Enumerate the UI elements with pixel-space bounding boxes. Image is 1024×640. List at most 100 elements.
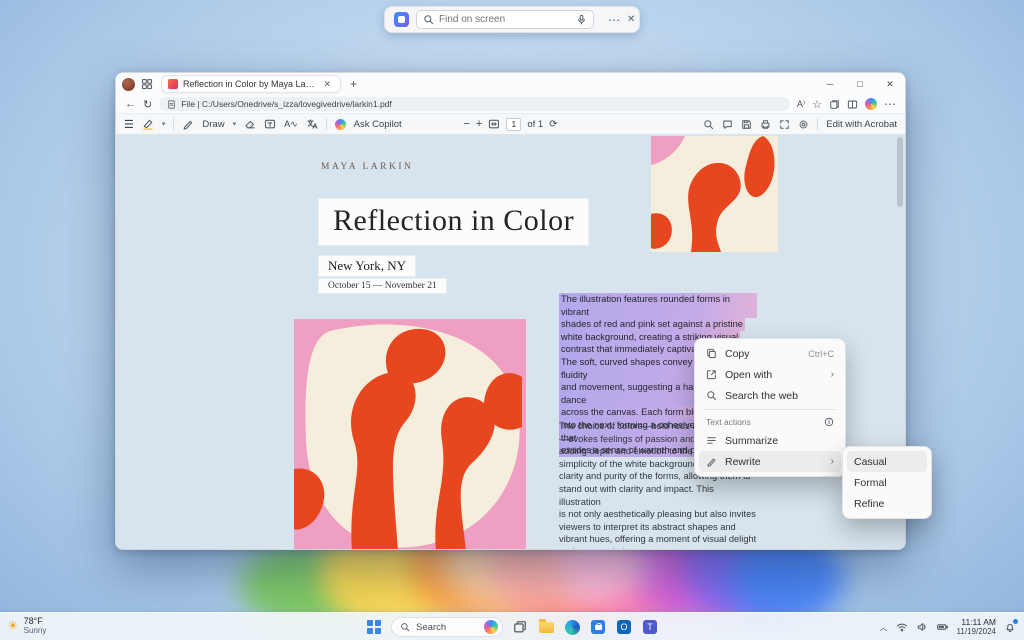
fullscreen-icon[interactable]: [779, 119, 790, 130]
clock-date: 11/19/2024: [957, 627, 996, 636]
fit-to-width-icon[interactable]: [488, 118, 500, 130]
file-icon: [167, 100, 176, 109]
url-field[interactable]: File | C:/Users/Onedrive/s_izza/lovegive…: [159, 97, 790, 111]
find-search-field[interactable]: [416, 10, 594, 29]
address-bar-actions: A⁾ ☆ ⋯: [797, 98, 896, 111]
new-tab-button[interactable]: +: [347, 77, 360, 91]
print-icon[interactable]: [760, 119, 771, 130]
comments-icon[interactable]: [722, 119, 733, 130]
submenu-chevron-icon: ›: [831, 456, 834, 467]
sun-icon: ☀: [7, 618, 19, 634]
app-icon-file-explorer[interactable]: [537, 618, 555, 636]
taskbar: ☀ 78°F Sunny Search O T: [0, 612, 1024, 640]
divider: [326, 118, 327, 130]
copy-icon: [706, 348, 717, 359]
highlighted-line: shades of red and pink set against a pri…: [559, 318, 745, 331]
notification-badge: [1013, 619, 1018, 624]
url-text: File | C:/Users/Onedrive/s_izza/lovegive…: [181, 99, 392, 109]
submenu-chevron-icon: ›: [831, 369, 834, 380]
menu-item-search-web[interactable]: Search the web: [699, 385, 841, 406]
menu-item-summarize[interactable]: Summarize: [699, 430, 841, 451]
doc-location: New York, NY: [319, 256, 415, 276]
store-bag-icon: [591, 620, 605, 634]
translate-icon[interactable]: [306, 118, 318, 130]
task-view-button[interactable]: [511, 618, 529, 636]
battery-icon[interactable]: [936, 621, 949, 633]
workspaces-icon[interactable]: [141, 78, 153, 90]
highlighted-line: across the canvas. Each form blends: [559, 406, 715, 419]
wifi-icon[interactable]: [896, 621, 908, 633]
add-text-icon[interactable]: [264, 118, 276, 130]
toc-menu-icon[interactable]: ☰: [124, 118, 134, 131]
microphone-icon[interactable]: [576, 14, 587, 25]
browser-titlebar: Reflection in Color by Maya Larkin ✕ + ─…: [116, 73, 905, 95]
browser-tab[interactable]: Reflection in Color by Maya Larkin ✕: [161, 75, 341, 93]
tray-chevron-up-icon[interactable]: ︿: [880, 622, 888, 633]
draw-chevron-icon[interactable]: ▾: [233, 120, 237, 128]
more-options-icon[interactable]: ⋯: [608, 14, 620, 26]
refresh-icon[interactable]: ↻: [143, 98, 152, 111]
highlight-chevron-icon[interactable]: ▾: [162, 120, 166, 128]
edit-with-acrobat-button[interactable]: Edit with Acrobat: [826, 119, 897, 130]
bing-search-icon: [484, 620, 498, 634]
favorites-star-icon[interactable]: ☆: [812, 98, 822, 111]
zoom-out-icon[interactable]: −: [463, 118, 469, 130]
close-window-button[interactable]: ✕: [875, 73, 905, 95]
menu-item-copy[interactable]: Copy Ctrl+C: [699, 343, 841, 364]
pdf-favicon: [168, 79, 178, 89]
artwork-left: [294, 319, 526, 549]
find-input[interactable]: [439, 14, 571, 25]
page-number-input[interactable]: [506, 118, 521, 131]
split-screen-icon[interactable]: [847, 99, 858, 110]
divider: [817, 118, 818, 130]
body-line: is not only aesthetically pleasing but a…: [559, 508, 757, 521]
search-icon: [423, 14, 434, 25]
app-icon-edge[interactable]: [563, 618, 581, 636]
taskbar-weather-widget[interactable]: ☀ 78°F Sunny: [7, 616, 46, 635]
browser-profile-avatar[interactable]: [122, 78, 135, 91]
pdf-toolbar-center: − + of 1 ⟳: [463, 118, 557, 131]
submenu-item-refine[interactable]: Refine: [847, 493, 927, 514]
read-aloud-icon[interactable]: A⁾: [797, 99, 805, 110]
close-icon[interactable]: ✕: [627, 15, 635, 25]
zoom-in-icon[interactable]: +: [476, 118, 482, 130]
tab-close-icon[interactable]: ✕: [320, 79, 334, 90]
highlight-tool-icon[interactable]: [142, 118, 154, 130]
save-icon[interactable]: [741, 119, 752, 130]
app-icon-teams[interactable]: T: [641, 618, 659, 636]
minimize-button[interactable]: ─: [815, 73, 845, 95]
notification-button[interactable]: [1004, 621, 1016, 633]
read-aloud-tool-icon[interactable]: A∿: [284, 119, 298, 130]
body-line: vibrant hues, offering a moment of visua…: [559, 533, 757, 546]
collections-icon[interactable]: [829, 99, 840, 110]
draw-label[interactable]: Draw: [202, 119, 224, 130]
rotate-icon[interactable]: ⟳: [549, 119, 557, 130]
draw-pen-icon[interactable]: [182, 118, 194, 130]
ask-copilot-icon[interactable]: [335, 119, 346, 130]
submenu-item-casual[interactable]: Casual: [847, 451, 927, 472]
copilot-icon[interactable]: [865, 98, 877, 110]
settings-more-icon[interactable]: ⋯: [884, 98, 896, 110]
pdf-scrollbar[interactable]: [897, 137, 903, 207]
menu-item-rewrite[interactable]: Rewrite ›: [699, 451, 841, 472]
start-button[interactable]: [365, 618, 383, 636]
ask-copilot-label[interactable]: Ask Copilot: [354, 119, 402, 130]
window-controls: ─ □ ✕: [815, 73, 905, 95]
task-view-icon: [513, 620, 527, 634]
volume-icon[interactable]: [916, 621, 928, 633]
maximize-button[interactable]: □: [845, 73, 875, 95]
menu-section-text-actions: Text actions: [699, 413, 841, 430]
app-icon-store[interactable]: [589, 618, 607, 636]
menu-label: Refine: [854, 498, 920, 510]
settings-gear-icon[interactable]: [798, 119, 809, 130]
outlook-icon: O: [617, 620, 631, 634]
menu-item-open-with[interactable]: Open with ›: [699, 364, 841, 385]
submenu-item-formal[interactable]: Formal: [847, 472, 927, 493]
taskbar-search-box[interactable]: Search: [391, 617, 503, 637]
taskbar-clock[interactable]: 11:11 AM 11/19/2024: [957, 618, 996, 637]
back-icon[interactable]: ←: [125, 98, 136, 110]
info-icon[interactable]: [824, 417, 834, 427]
app-icon-outlook[interactable]: O: [615, 618, 633, 636]
find-in-document-icon[interactable]: [703, 119, 714, 130]
eraser-icon[interactable]: [244, 118, 256, 130]
